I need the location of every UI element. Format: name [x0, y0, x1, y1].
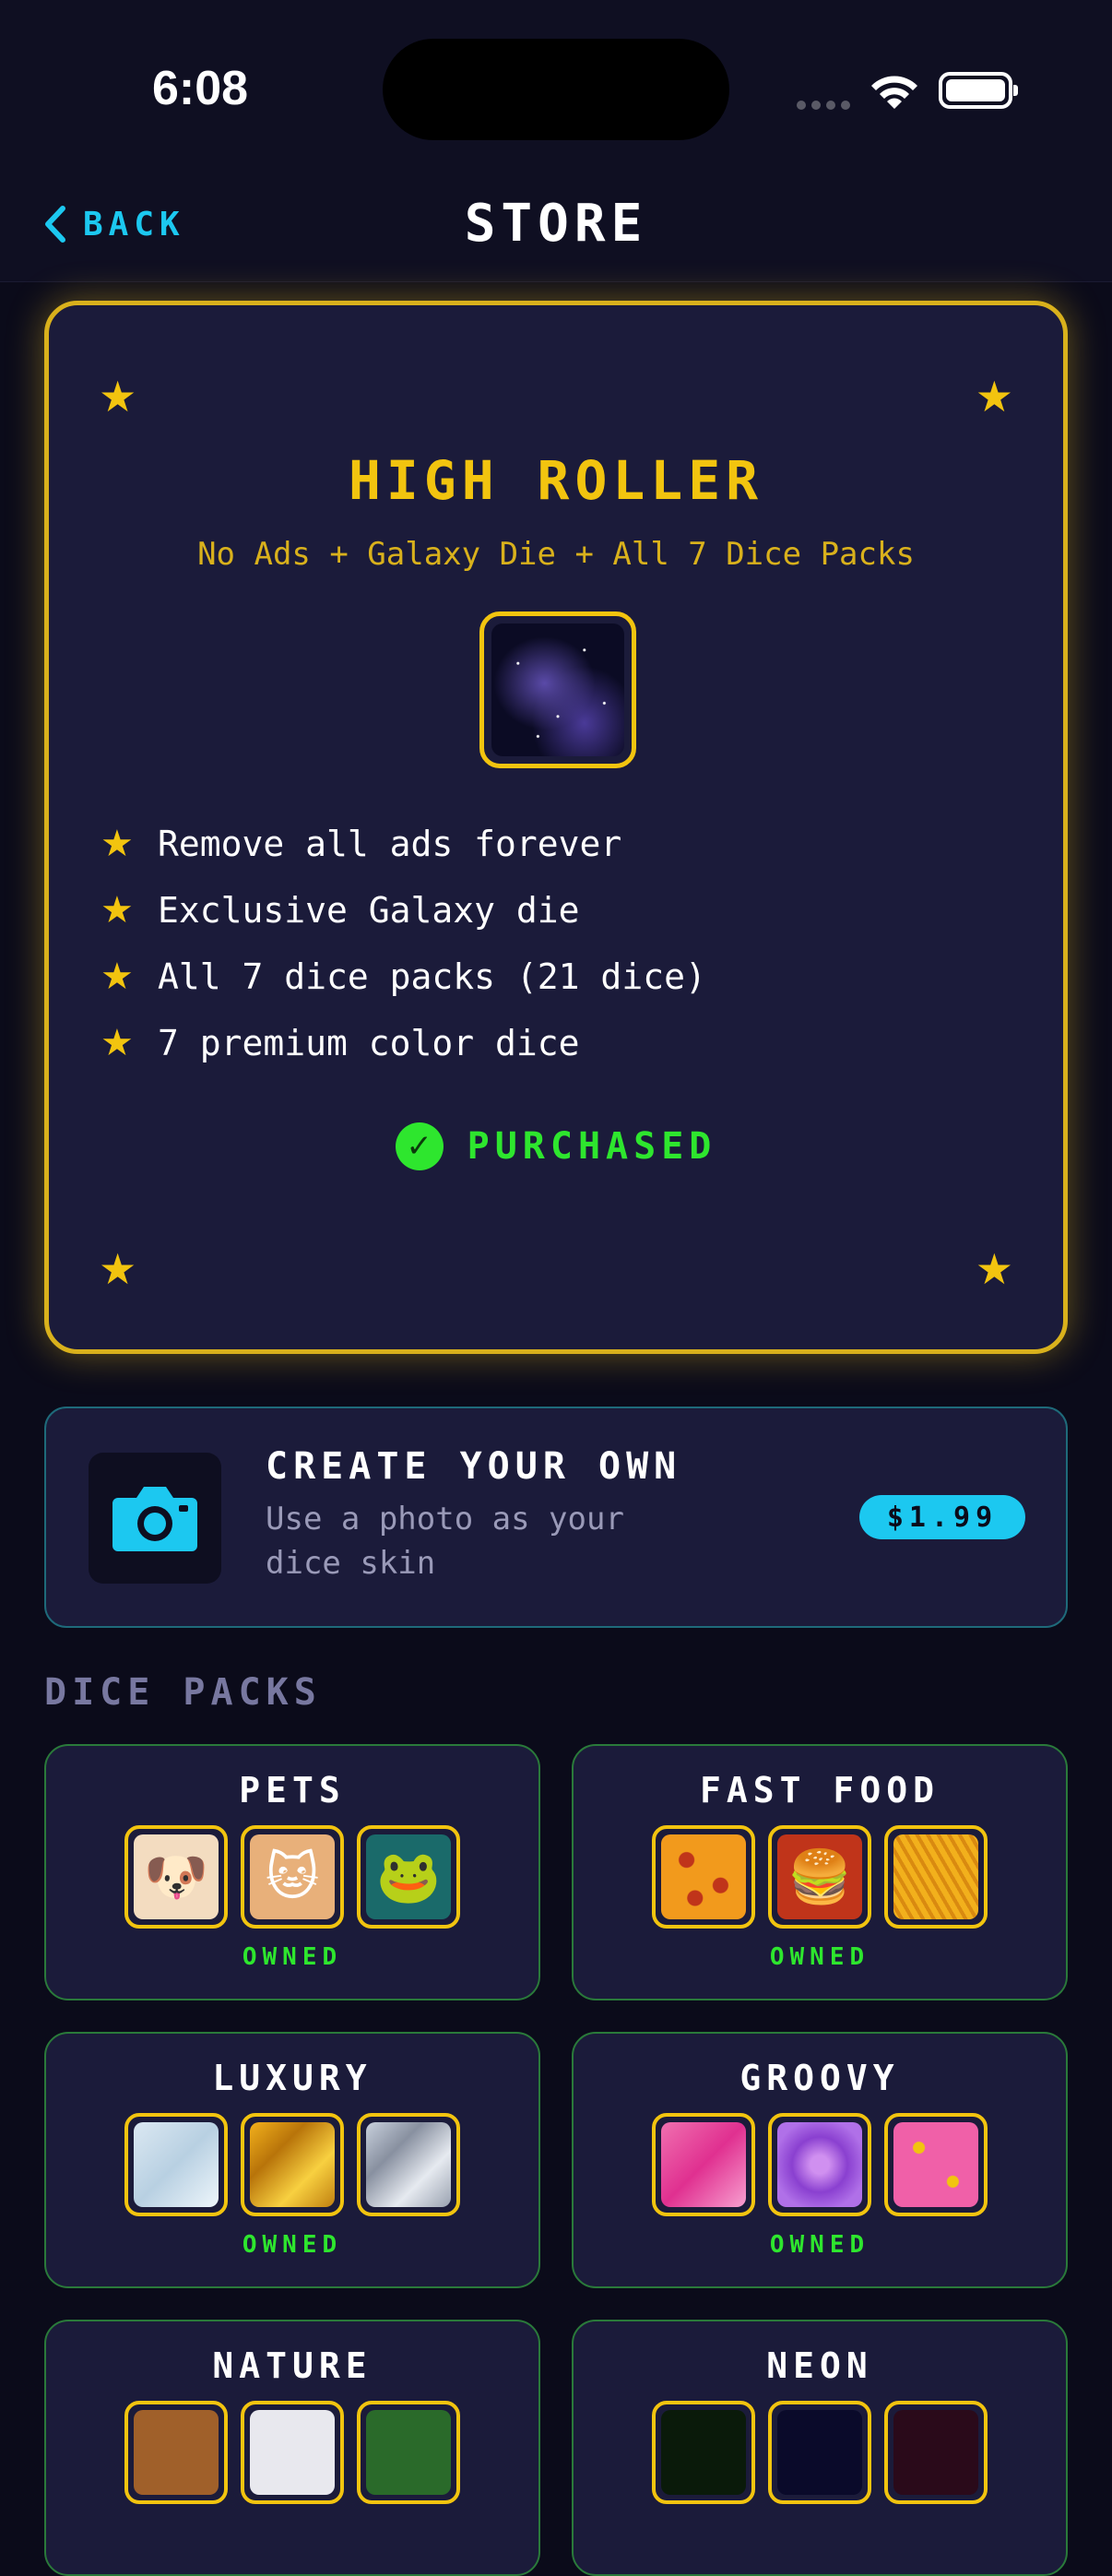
galaxy-die-image [491, 623, 624, 756]
price-button[interactable]: $1.99 [859, 1495, 1025, 1539]
create-title: CREATE YOUR OWN [266, 1445, 682, 1488]
pack-card-neon[interactable]: NEON [572, 2320, 1068, 2576]
battery-icon [939, 72, 1018, 109]
star-icon: ★ [101, 889, 134, 932]
star-icon: ★ [99, 372, 137, 421]
star-icon: ★ [101, 1022, 134, 1064]
owned-badge: OWNED [769, 1943, 870, 1971]
pack-dice [574, 2401, 1066, 2504]
die-thumbnail [768, 2401, 871, 2504]
create-your-own-card[interactable]: CREATE YOUR OWN Use a photo as your dice… [44, 1407, 1068, 1628]
cat-icon: 🐱 [250, 1834, 335, 1919]
pack-dice: 🐶 🐱 🐸 [46, 1825, 538, 1929]
die-thumbnail [884, 2401, 988, 2504]
pack-name: FAST FOOD [700, 1770, 940, 1810]
purple-swirl-icon [777, 2122, 862, 2207]
section-title: DICE PACKS [44, 1671, 322, 1714]
neon-green-icon [661, 2410, 746, 2495]
leaf-texture-icon [366, 2410, 451, 2495]
die-thumbnail [652, 2113, 755, 2216]
pack-dice [46, 2113, 538, 2216]
gold-texture-icon [250, 2122, 335, 2207]
feature-item: ★ Exclusive Galaxy die [101, 877, 706, 944]
star-icon: ★ [99, 1244, 137, 1294]
star-icon: ★ [101, 823, 134, 865]
feature-text: Exclusive Galaxy die [158, 890, 580, 931]
ice-texture-icon [134, 2122, 219, 2207]
wood-texture-icon [134, 2410, 219, 2495]
purchased-status: ✓ PURCHASED [49, 1122, 1063, 1170]
die-thumbnail: 🐶 [124, 1825, 228, 1929]
pack-card-nature[interactable]: NATURE [44, 2320, 540, 2576]
owned-badge: OWNED [242, 1943, 343, 1971]
pack-card-groovy[interactable]: GROOVY OWNED [572, 2032, 1068, 2288]
die-thumbnail [124, 2113, 228, 2216]
cloud-texture-icon [250, 2410, 335, 2495]
star-icon: ★ [975, 372, 1013, 421]
flower-icon [893, 2122, 978, 2207]
dog-icon: 🐶 [134, 1834, 219, 1919]
die-thumbnail [357, 2401, 460, 2504]
die-thumbnail [652, 2401, 755, 2504]
cellular-signal-icon [797, 96, 856, 113]
bundle-subtitle: No Ads + Galaxy Die + All 7 Dice Packs [197, 536, 915, 573]
dynamic-island [383, 39, 729, 140]
page-title: STORE [464, 194, 648, 254]
purchased-label: PURCHASED [467, 1125, 717, 1168]
neon-blue-icon [777, 2410, 862, 2495]
die-thumbnail: 🐸 [357, 1825, 460, 1929]
pack-dice [574, 2113, 1066, 2216]
pack-name: NEON [766, 2345, 873, 2386]
checkmark-icon: ✓ [395, 1122, 444, 1170]
camera-icon [89, 1453, 221, 1584]
feature-text: 7 premium color dice [158, 1023, 580, 1063]
burger-icon: 🍔 [777, 1834, 862, 1919]
pink-swirl-icon [661, 2122, 746, 2207]
pack-name: NATURE [212, 2345, 373, 2386]
pack-name: GROOVY [739, 2058, 900, 2098]
pack-card-fast-food[interactable]: FAST FOOD 🍔 OWNED [572, 1744, 1068, 2000]
pack-name: PETS [239, 1770, 346, 1810]
die-thumbnail [124, 2401, 228, 2504]
pack-card-pets[interactable]: PETS 🐶 🐱 🐸 OWNED [44, 1744, 540, 2000]
fries-icon [893, 1834, 978, 1919]
feature-list: ★ Remove all ads forever ★ Exclusive Gal… [101, 811, 706, 1076]
die-thumbnail [768, 2113, 871, 2216]
status-bar: 6:08 [0, 0, 1112, 166]
die-thumbnail [884, 1825, 988, 1929]
wifi-icon [871, 76, 917, 109]
die-thumbnail [652, 1825, 755, 1929]
star-icon: ★ [101, 956, 134, 998]
die-thumbnail [241, 2401, 344, 2504]
feature-item: ★ Remove all ads forever [101, 811, 706, 877]
die-thumbnail: 🍔 [768, 1825, 871, 1929]
pizza-icon [661, 1834, 746, 1919]
frog-icon: 🐸 [366, 1834, 451, 1919]
bundle-title: HIGH ROLLER [348, 449, 764, 512]
neon-pink-icon [893, 2410, 978, 2495]
galaxy-die [479, 611, 636, 768]
high-roller-card: ★ ★ ★ ★ HIGH ROLLER No Ads + Galaxy Die … [44, 301, 1068, 1354]
pack-dice [46, 2401, 538, 2504]
die-thumbnail [357, 2113, 460, 2216]
owned-badge: OWNED [242, 2231, 343, 2259]
pack-dice: 🍔 [574, 1825, 1066, 1929]
pack-name: LUXURY [212, 2058, 373, 2098]
die-thumbnail [884, 2113, 988, 2216]
feature-item: ★ 7 premium color dice [101, 1010, 706, 1076]
silver-texture-icon [366, 2122, 451, 2207]
feature-item: ★ All 7 dice packs (21 dice) [101, 944, 706, 1010]
feature-text: All 7 dice packs (21 dice) [158, 956, 706, 997]
create-description: Use a photo as your dice skin [266, 1501, 624, 1582]
die-thumbnail: 🐱 [241, 1825, 344, 1929]
star-icon: ★ [975, 1244, 1013, 1294]
pack-card-luxury[interactable]: LUXURY OWNED [44, 2032, 540, 2288]
nav-bar: BACK STORE [0, 166, 1112, 282]
feature-text: Remove all ads forever [158, 824, 622, 864]
status-time: 6:08 [152, 62, 249, 115]
die-thumbnail [241, 2113, 344, 2216]
owned-badge: OWNED [769, 2231, 870, 2259]
